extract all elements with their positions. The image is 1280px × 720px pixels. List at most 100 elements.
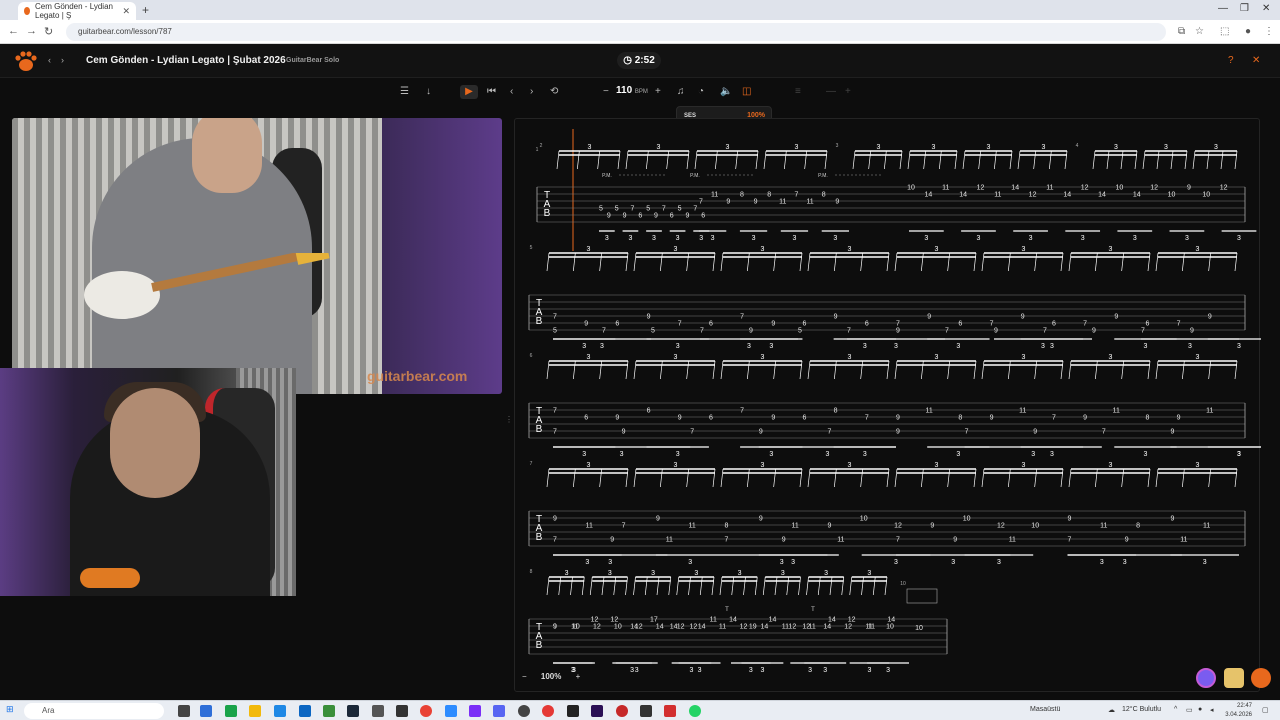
steam-icon[interactable] — [347, 705, 359, 717]
note-stem — [947, 252, 951, 272]
measure-number: 2 — [540, 143, 543, 149]
bear-paw-logo-icon[interactable] — [14, 50, 38, 72]
note-stem — [894, 468, 898, 488]
webcam-overlay[interactable] — [0, 368, 296, 596]
zoom-in-button[interactable]: + — [576, 672, 581, 681]
install-icon[interactable]: ⧉ — [1178, 26, 1185, 37]
note-stem — [601, 576, 605, 596]
tab-fret-number: 11 — [1100, 523, 1107, 530]
tab-close-icon[interactable]: ✕ — [122, 6, 130, 17]
reload-icon[interactable]: ↻ — [44, 25, 53, 38]
outlook-icon[interactable] — [299, 705, 311, 717]
note-stem — [899, 150, 903, 170]
profile-icon[interactable]: ● — [1245, 26, 1251, 37]
chrome-icon[interactable] — [420, 705, 432, 717]
taskbar-app-4-icon[interactable] — [323, 705, 335, 717]
note-stem — [712, 468, 716, 488]
new-tab-button[interactable]: + — [142, 3, 149, 17]
note-stem — [886, 360, 890, 380]
note-stem — [1147, 360, 1151, 380]
bookmark-star-icon[interactable]: ☆ — [1195, 26, 1204, 37]
chat-button[interactable] — [1251, 668, 1271, 688]
start-icon[interactable]: ⊞ — [6, 704, 14, 715]
extensions-icon[interactable]: ⬚ — [1220, 26, 1229, 37]
volume-icon[interactable]: 🔈 — [720, 85, 732, 99]
url-field[interactable]: guitarbear.com/lesson/787 — [66, 23, 1166, 41]
triplet-marker: 3 — [674, 462, 678, 469]
maximize-button[interactable]: ❐ — [1240, 3, 1249, 14]
taskbar-search[interactable]: Ara — [24, 703, 164, 719]
tab-fret-number: 11 — [586, 523, 593, 530]
file-explorer-icon[interactable] — [249, 705, 261, 717]
note-stem — [1094, 252, 1098, 272]
tray-chevron-icon[interactable]: ^ — [1174, 706, 1177, 713]
tab-fret-number: 9 — [1125, 537, 1129, 544]
weather-text[interactable]: 12°C Bulutlu — [1122, 706, 1161, 713]
countdown-icon[interactable]: ◔ — [698, 85, 704, 99]
metronome-icon[interactable]: ♫ — [677, 85, 685, 99]
note-stem — [1068, 252, 1072, 272]
task-view-icon[interactable] — [178, 705, 190, 717]
back-icon[interactable]: ← — [8, 25, 19, 37]
tablature-sheet[interactable]: 2 3 3 3 3 3 3 3 3 3 4 3 3 3 1 P.M. P.M. P.M. T A B 10 14 11 14 12… — [514, 118, 1261, 692]
system-clock[interactable]: 22:47 3.04.2026 — [1225, 702, 1252, 720]
desktop-label[interactable]: Masaüstü — [1030, 706, 1060, 713]
assistant-button[interactable] — [1196, 668, 1216, 688]
taskbar-app-11-icon[interactable] — [616, 705, 628, 717]
window-close-button[interactable]: ✕ — [1262, 3, 1270, 14]
network-icon[interactable]: ▭ — [1186, 706, 1193, 714]
capcut-icon[interactable] — [664, 705, 676, 717]
notes-button[interactable] — [1224, 668, 1244, 688]
taskbar-app-2-icon[interactable] — [225, 705, 237, 717]
taskbar-app-9-icon[interactable] — [518, 705, 530, 717]
note-stem — [546, 468, 550, 488]
prev-lesson-icon[interactable]: ‹ — [48, 55, 51, 65]
notifications-icon[interactable]: ▢ — [1262, 706, 1269, 714]
download-icon[interactable]: ↓ — [426, 85, 431, 99]
layout-toggle-icon[interactable]: ◫ — [742, 85, 751, 99]
taskbar-app-1-icon[interactable] — [200, 705, 212, 717]
triplet-marker: 3 — [956, 451, 960, 458]
taskbar-app-12-icon[interactable] — [640, 705, 652, 717]
next-bar-icon[interactable]: › — [530, 85, 533, 99]
lesson-video[interactable]: guitarbear.com — [12, 118, 502, 394]
menu-icon[interactable]: ☰ — [400, 85, 409, 99]
note-stem — [1170, 150, 1174, 170]
loop-icon[interactable]: ⟲ — [550, 85, 558, 99]
bpm-value: 110 — [616, 85, 633, 96]
menu-dots-icon[interactable]: ⋮ — [1264, 26, 1274, 37]
triplet-marker: 3 — [652, 235, 656, 242]
forward-icon[interactable]: → — [26, 25, 37, 37]
taskbar-app-8-icon[interactable] — [493, 705, 505, 717]
browser-tab[interactable]: Cem Gönden - Lydian Legato | Ş ✕ — [18, 2, 136, 20]
premiere-icon[interactable] — [591, 705, 603, 717]
minimize-button[interactable]: — — [1218, 3, 1228, 14]
taskbar-app-3-icon[interactable] — [274, 705, 286, 717]
bpm-increase-button[interactable]: + — [655, 85, 661, 99]
taskbar-app-7-icon[interactable] — [469, 705, 481, 717]
whatsapp-icon[interactable] — [689, 705, 701, 717]
note-stem — [833, 468, 837, 488]
tab-fret-number: 14 — [769, 617, 777, 624]
close-lesson-button[interactable]: ✕ — [1252, 55, 1260, 66]
next-lesson-icon[interactable]: › — [61, 55, 64, 65]
taskbar-app-6-icon[interactable] — [396, 705, 408, 717]
bpm-decrease-button[interactable]: − — [603, 85, 609, 99]
mic-icon[interactable]: ● — [1198, 706, 1202, 713]
opera-icon[interactable] — [542, 705, 554, 717]
triplet-marker: 3 — [1041, 343, 1045, 350]
help-button[interactable]: ? — [1228, 55, 1234, 66]
skip-start-icon[interactable]: ⏮ — [487, 85, 496, 99]
note-stem — [883, 150, 887, 170]
speaker-tray-icon[interactable]: ◂ — [1210, 706, 1214, 714]
taskbar-app-5-icon[interactable] — [372, 705, 384, 717]
prev-bar-icon[interactable]: ‹ — [510, 85, 513, 99]
note-stem — [861, 576, 864, 596]
zoom-app-icon[interactable] — [445, 705, 457, 717]
tab-clef-letter: B — [544, 208, 551, 219]
play-button[interactable]: ▶ — [460, 85, 478, 99]
resize-handle-icon[interactable]: ⋮ — [505, 415, 513, 424]
taskbar-app-10-icon[interactable] — [567, 705, 579, 717]
tab-fret-number: 9 — [827, 523, 831, 530]
zoom-out-button[interactable]: − — [522, 672, 527, 681]
